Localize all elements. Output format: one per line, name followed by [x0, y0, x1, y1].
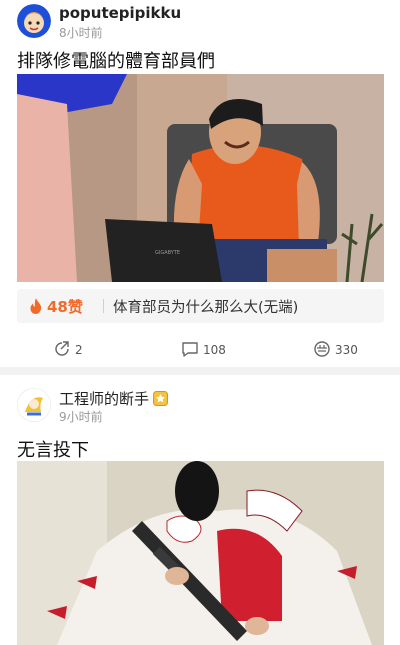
- feed-post[interactable]: 工程师的断手 9小时前 无言投下: [0, 375, 400, 645]
- comment-icon: [182, 342, 198, 357]
- user-avatar[interactable]: [17, 4, 51, 38]
- separator: [103, 299, 104, 313]
- comment-count: 108: [203, 343, 226, 357]
- post-image[interactable]: [17, 461, 384, 645]
- fire-icon: [29, 298, 43, 318]
- user-avatar[interactable]: [17, 388, 51, 422]
- hot-comment-text: 体育部员为什么那么大(无端): [113, 300, 299, 316]
- post-image[interactable]: GIGABYTE: [17, 74, 384, 282]
- username[interactable]: 工程师的断手: [59, 388, 169, 410]
- feed-post[interactable]: poputepipikku 8小时前 排隊修電腦的體育部員們 GIGABYTE …: [0, 0, 400, 367]
- post-title[interactable]: 排隊修電腦的體育部員們: [17, 47, 215, 73]
- share-icon: [55, 341, 69, 356]
- hot-comment-likes: 48赞: [47, 298, 83, 316]
- post-time: 9小时前: [59, 410, 103, 424]
- username-text: 工程师的断手: [59, 390, 150, 408]
- post-header: 工程师的断手 9小时前: [17, 387, 387, 424]
- badge-icon: [153, 391, 169, 410]
- like-count: 330: [335, 343, 358, 357]
- username[interactable]: poputepipikku: [59, 4, 181, 22]
- post-divider: [0, 367, 400, 375]
- post-time: 8小时前: [59, 26, 103, 40]
- like-icon: [314, 341, 330, 357]
- share-count: 2: [75, 343, 83, 357]
- post-actions: 2 108 330: [0, 335, 400, 363]
- post-header: poputepipikku 8小时前: [17, 3, 387, 40]
- laptop-brand: GIGABYTE: [155, 250, 180, 256]
- post-title[interactable]: 无言投下: [17, 436, 89, 462]
- hot-comment-bar[interactable]: 48赞 体育部员为什么那么大(无端): [17, 289, 384, 323]
